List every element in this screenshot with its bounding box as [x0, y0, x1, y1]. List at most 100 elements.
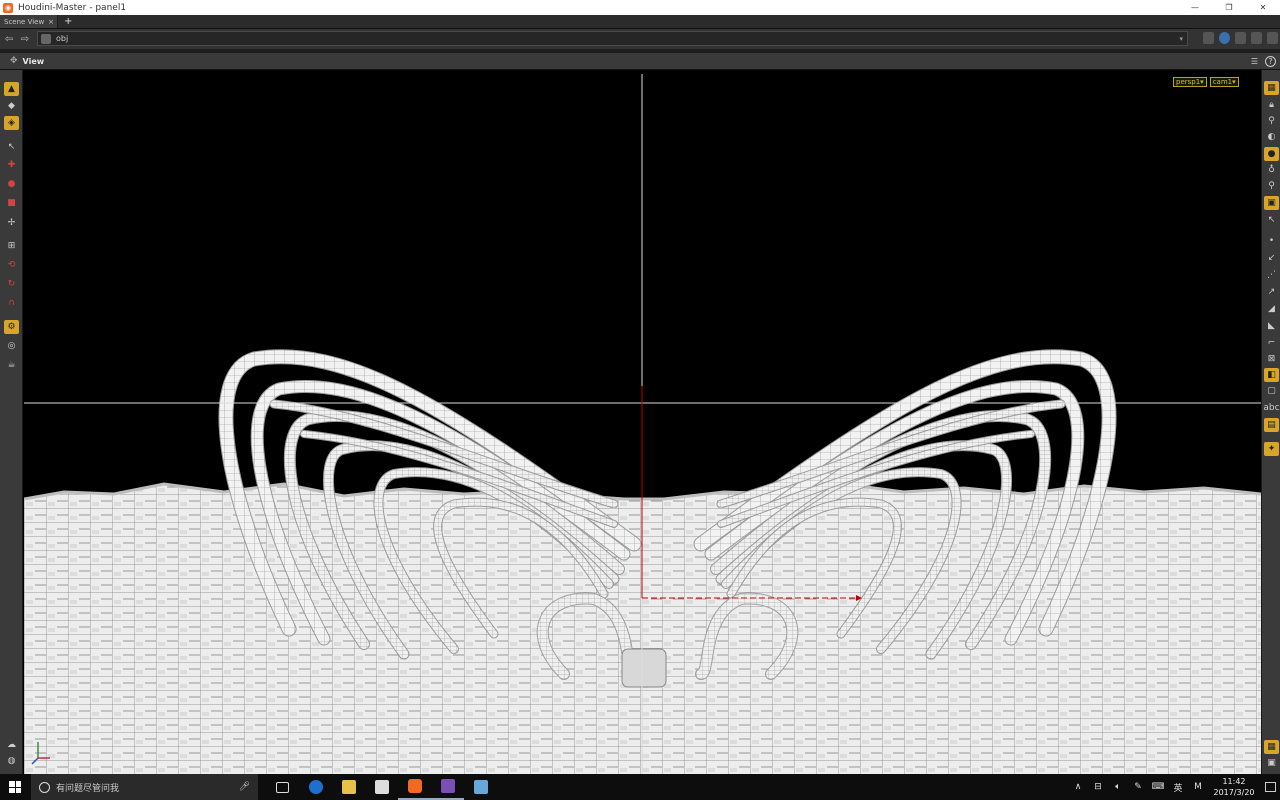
- window-titlebar: ◉ Houdini-Master - panel1 — ❐ ✕: [0, 0, 1280, 15]
- line-icon[interactable]: ↙: [1264, 251, 1279, 265]
- system-tray: ∧ ⊟ 🔈︎ ✎ ⌨ 英 M 11:42 2017/3/20: [1068, 774, 1280, 800]
- file-explorer-button[interactable]: [332, 774, 365, 800]
- network-icon[interactable]: ⊟: [1088, 782, 1108, 792]
- ghost-icon[interactable]: ◐: [1264, 130, 1279, 144]
- paint-icon: [473, 780, 488, 794]
- notification-icon: [1264, 782, 1276, 792]
- network-path-value: obj: [56, 34, 69, 43]
- link-icon[interactable]: ⚲: [1264, 114, 1279, 128]
- display-options-icon[interactable]: ▦: [1264, 81, 1279, 95]
- perspective-camera-dropdown[interactable]: persp1▾: [1173, 77, 1207, 87]
- split-icon[interactable]: [1251, 32, 1262, 44]
- paint-icon[interactable]: ↻: [4, 277, 19, 291]
- path-bar: ⇦ ⇨ obj ▾: [0, 29, 1280, 49]
- brush-icon[interactable]: ⟲: [4, 258, 19, 272]
- ime-language[interactable]: 英: [1168, 781, 1188, 794]
- bulb-icon[interactable]: ✦: [1264, 442, 1279, 456]
- translate-icon[interactable]: ✚: [4, 158, 19, 172]
- viewport-canvas[interactable]: [24, 74, 1261, 774]
- point-icon[interactable]: ⋰: [1264, 268, 1279, 282]
- snap-icon[interactable]: ⚙: [4, 320, 19, 334]
- tab-close-icon[interactable]: ×: [48, 18, 54, 26]
- view-tool-icon[interactable]: ◆: [4, 99, 19, 113]
- light-icon[interactable]: ♁: [1264, 163, 1279, 177]
- pane-tab-bar: Scene View × +: [0, 15, 1280, 29]
- menu-icon[interactable]: ☰: [1249, 56, 1260, 67]
- grid-icon[interactable]: ◣: [1264, 319, 1279, 333]
- view-icon: ✥: [10, 56, 18, 66]
- layout-grid-icon[interactable]: ▦: [1264, 740, 1279, 754]
- shade-icon[interactable]: ●: [1264, 147, 1279, 161]
- cube-icon[interactable]: ▢: [1264, 384, 1279, 398]
- texture-icon[interactable]: ◧: [1264, 368, 1279, 382]
- houdini-icon: [407, 779, 422, 793]
- link-icon[interactable]: [1219, 32, 1230, 44]
- help-icon[interactable]: ?: [1265, 55, 1276, 67]
- image-icon[interactable]: ▤: [1264, 418, 1279, 432]
- window-title: Houdini-Master - panel1: [18, 2, 127, 13]
- scale-icon[interactable]: ■: [4, 196, 19, 210]
- clock-date: 2017/3/20: [1213, 788, 1255, 797]
- store-button[interactable]: [365, 774, 398, 800]
- onenote-button[interactable]: [431, 774, 464, 800]
- paint-button[interactable]: [464, 774, 497, 800]
- houdini-taskbar-button[interactable]: [398, 774, 431, 800]
- transform-icon[interactable]: ✢: [4, 216, 19, 230]
- rotate-icon[interactable]: ●: [4, 177, 19, 191]
- camera-dropdown[interactable]: cam1▾: [1209, 77, 1239, 87]
- pose-tool-icon[interactable]: ◈: [4, 116, 19, 130]
- keyboard-icon[interactable]: ⌨: [1148, 782, 1168, 792]
- minimize-button[interactable]: —: [1178, 0, 1212, 15]
- render-icon[interactable]: ☕: [4, 358, 19, 372]
- maximize-pane-icon[interactable]: [1267, 32, 1278, 44]
- pin-icon[interactable]: ⚲: [1264, 179, 1279, 193]
- store-icon: [374, 780, 389, 794]
- text-icon[interactable]: abc: [1263, 401, 1279, 415]
- notification-center-button[interactable]: [1260, 774, 1280, 800]
- edge-button[interactable]: [299, 774, 332, 800]
- dot-icon[interactable]: •: [1264, 234, 1279, 248]
- tray-caret-icon[interactable]: ∧: [1068, 782, 1088, 792]
- camera-icon[interactable]: ▣: [1264, 196, 1279, 210]
- windows-logo-icon: [9, 781, 21, 793]
- tab-label: Scene View: [4, 17, 45, 26]
- left-tool-shelf: ▲ ◆ ◈ ↖ ✚ ● ■ ✢ ⊞ ⟲ ↻ ∩ ⚙ ◎ ☕ ☁ ◍: [0, 70, 23, 774]
- start-button[interactable]: [0, 774, 30, 800]
- volume-icon[interactable]: 🔈︎: [1108, 782, 1128, 792]
- forward-arrow-icon[interactable]: ⇨: [18, 32, 32, 46]
- ime-mode[interactable]: M: [1188, 782, 1208, 792]
- network-path-field[interactable]: obj ▾: [37, 31, 1188, 46]
- normal-icon[interactable]: ↗: [1264, 285, 1279, 299]
- lock-icon[interactable]: 🔒︎: [1264, 98, 1279, 112]
- clock-time: 11:42: [1222, 777, 1246, 786]
- frame-icon[interactable]: ⌐: [1264, 336, 1279, 350]
- magnet-icon[interactable]: ∩: [4, 296, 19, 310]
- vertex-icon[interactable]: ◢: [1264, 302, 1279, 316]
- pin-icon[interactable]: [1203, 32, 1214, 44]
- view-header: ✥ View ☰ ?: [0, 53, 1280, 70]
- lasso-icon[interactable]: ⊞: [4, 239, 19, 253]
- task-view-button[interactable]: [266, 774, 299, 800]
- add-tab-button[interactable]: +: [64, 16, 72, 27]
- select-icon[interactable]: ↖: [4, 140, 19, 154]
- cloud-icon[interactable]: ☁: [4, 738, 19, 752]
- back-arrow-icon[interactable]: ⇦: [2, 32, 16, 46]
- camera-selector: persp1▾ cam1▾: [1173, 77, 1239, 87]
- tab-scene-view[interactable]: Scene View ×: [0, 15, 58, 28]
- handle-tool-icon[interactable]: ▲: [4, 82, 19, 96]
- cortana-search-box[interactable]: 有问题尽管问我 🎤︎: [31, 774, 258, 800]
- clock[interactable]: 11:42 2017/3/20: [1208, 776, 1260, 798]
- cursor-icon[interactable]: ↖: [1264, 213, 1279, 227]
- path-dropdown-icon[interactable]: ▾: [1179, 35, 1183, 43]
- camera-lock-icon[interactable]: ◎: [4, 339, 19, 353]
- box-icon[interactable]: ⊠: [1264, 352, 1279, 366]
- sphere-icon[interactable]: ◍: [4, 754, 19, 768]
- windows-taskbar: 有问题尽管问我 🎤︎ ∧ ⊟ 🔈︎ ✎ ⌨ 英 M 11:42 2017/3/2…: [0, 774, 1280, 800]
- snapshot-icon[interactable]: ▣: [1264, 756, 1279, 770]
- scene-viewport[interactable]: persp1▾ cam1▾: [24, 74, 1261, 774]
- layout-icon[interactable]: [1235, 32, 1246, 44]
- close-button[interactable]: ✕: [1246, 0, 1280, 15]
- pen-icon[interactable]: ✎: [1128, 782, 1148, 792]
- microphone-icon[interactable]: 🎤︎: [239, 782, 250, 792]
- restore-button[interactable]: ❐: [1212, 0, 1246, 15]
